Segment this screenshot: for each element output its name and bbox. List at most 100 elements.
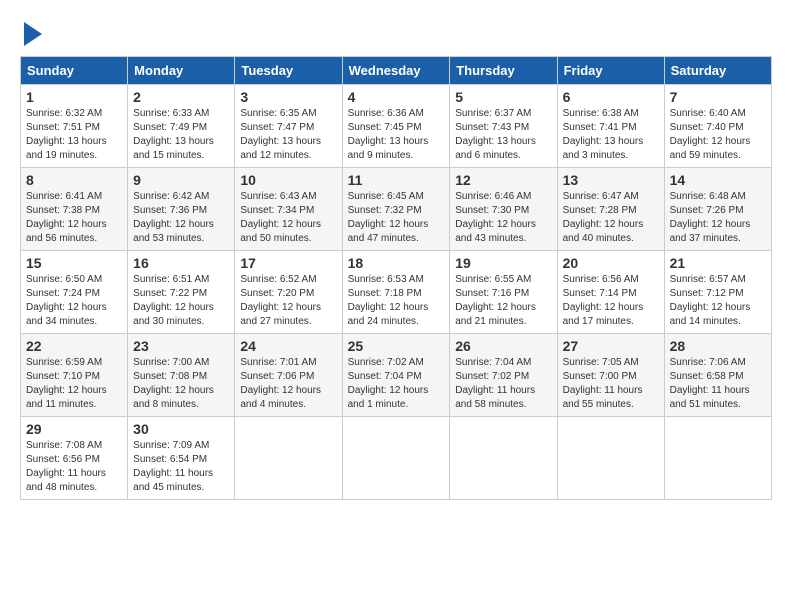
calendar-cell: 22 Sunrise: 6:59 AMSunset: 7:10 PMDaylig… <box>21 334 128 417</box>
day-info: Sunrise: 7:06 AMSunset: 6:58 PMDaylight:… <box>670 357 750 410</box>
calendar-cell: 6 Sunrise: 6:38 AMSunset: 7:41 PMDayligh… <box>557 85 664 168</box>
calendar-cell: 2 Sunrise: 6:33 AMSunset: 7:49 PMDayligh… <box>128 85 235 168</box>
calendar-cell: 13 Sunrise: 6:47 AMSunset: 7:28 PMDaylig… <box>557 168 664 251</box>
day-info: Sunrise: 7:05 AMSunset: 7:00 PMDaylight:… <box>563 357 643 410</box>
day-number: 30 <box>133 421 229 437</box>
calendar-cell: 30 Sunrise: 7:09 AMSunset: 6:54 PMDaylig… <box>128 417 235 500</box>
day-number: 8 <box>26 172 122 188</box>
day-number: 20 <box>563 255 659 271</box>
day-info: Sunrise: 7:09 AMSunset: 6:54 PMDaylight:… <box>133 440 213 493</box>
calendar-cell: 8 Sunrise: 6:41 AMSunset: 7:38 PMDayligh… <box>21 168 128 251</box>
day-info: Sunrise: 7:08 AMSunset: 6:56 PMDaylight:… <box>26 440 106 493</box>
logo-arrow-icon <box>24 22 42 46</box>
day-number: 13 <box>563 172 659 188</box>
day-number: 18 <box>348 255 445 271</box>
day-number: 24 <box>240 338 336 354</box>
day-info: Sunrise: 6:40 AMSunset: 7:40 PMDaylight:… <box>670 108 751 161</box>
calendar-week-5: 29 Sunrise: 7:08 AMSunset: 6:56 PMDaylig… <box>21 417 772 500</box>
day-number: 11 <box>348 172 445 188</box>
calendar-cell: 10 Sunrise: 6:43 AMSunset: 7:34 PMDaylig… <box>235 168 342 251</box>
day-number: 5 <box>455 89 551 105</box>
day-info: Sunrise: 6:53 AMSunset: 7:18 PMDaylight:… <box>348 274 429 327</box>
calendar-cell <box>450 417 557 500</box>
calendar-cell: 26 Sunrise: 7:04 AMSunset: 7:02 PMDaylig… <box>450 334 557 417</box>
day-info: Sunrise: 6:43 AMSunset: 7:34 PMDaylight:… <box>240 191 321 244</box>
day-info: Sunrise: 6:52 AMSunset: 7:20 PMDaylight:… <box>240 274 321 327</box>
weekday-header-saturday: Saturday <box>664 57 771 85</box>
calendar-cell: 1 Sunrise: 6:32 AMSunset: 7:51 PMDayligh… <box>21 85 128 168</box>
calendar-cell <box>235 417 342 500</box>
calendar-cell: 3 Sunrise: 6:35 AMSunset: 7:47 PMDayligh… <box>235 85 342 168</box>
day-number: 12 <box>455 172 551 188</box>
weekday-header-monday: Monday <box>128 57 235 85</box>
calendar-cell <box>557 417 664 500</box>
calendar-cell: 24 Sunrise: 7:01 AMSunset: 7:06 PMDaylig… <box>235 334 342 417</box>
weekday-header-wednesday: Wednesday <box>342 57 450 85</box>
day-number: 29 <box>26 421 122 437</box>
day-info: Sunrise: 7:00 AMSunset: 7:08 PMDaylight:… <box>133 357 214 410</box>
day-number: 2 <box>133 89 229 105</box>
calendar-cell: 29 Sunrise: 7:08 AMSunset: 6:56 PMDaylig… <box>21 417 128 500</box>
weekday-header-thursday: Thursday <box>450 57 557 85</box>
day-info: Sunrise: 6:42 AMSunset: 7:36 PMDaylight:… <box>133 191 214 244</box>
day-number: 6 <box>563 89 659 105</box>
calendar-cell: 21 Sunrise: 6:57 AMSunset: 7:12 PMDaylig… <box>664 251 771 334</box>
day-info: Sunrise: 6:55 AMSunset: 7:16 PMDaylight:… <box>455 274 536 327</box>
calendar-cell: 14 Sunrise: 6:48 AMSunset: 7:26 PMDaylig… <box>664 168 771 251</box>
calendar-table: SundayMondayTuesdayWednesdayThursdayFrid… <box>20 56 772 500</box>
day-number: 27 <box>563 338 659 354</box>
day-number: 22 <box>26 338 122 354</box>
day-info: Sunrise: 7:01 AMSunset: 7:06 PMDaylight:… <box>240 357 321 410</box>
day-info: Sunrise: 6:38 AMSunset: 7:41 PMDaylight:… <box>563 108 644 161</box>
day-info: Sunrise: 6:41 AMSunset: 7:38 PMDaylight:… <box>26 191 107 244</box>
day-number: 10 <box>240 172 336 188</box>
calendar-cell: 15 Sunrise: 6:50 AMSunset: 7:24 PMDaylig… <box>21 251 128 334</box>
day-number: 9 <box>133 172 229 188</box>
day-info: Sunrise: 6:32 AMSunset: 7:51 PMDaylight:… <box>26 108 107 161</box>
day-number: 21 <box>670 255 766 271</box>
day-number: 15 <box>26 255 122 271</box>
day-info: Sunrise: 6:47 AMSunset: 7:28 PMDaylight:… <box>563 191 644 244</box>
day-number: 19 <box>455 255 551 271</box>
calendar-cell: 20 Sunrise: 6:56 AMSunset: 7:14 PMDaylig… <box>557 251 664 334</box>
calendar-cell: 16 Sunrise: 6:51 AMSunset: 7:22 PMDaylig… <box>128 251 235 334</box>
day-number: 16 <box>133 255 229 271</box>
weekday-header-sunday: Sunday <box>21 57 128 85</box>
calendar-cell: 25 Sunrise: 7:02 AMSunset: 7:04 PMDaylig… <box>342 334 450 417</box>
calendar-cell <box>664 417 771 500</box>
day-info: Sunrise: 6:45 AMSunset: 7:32 PMDaylight:… <box>348 191 429 244</box>
day-info: Sunrise: 6:46 AMSunset: 7:30 PMDaylight:… <box>455 191 536 244</box>
calendar-cell: 17 Sunrise: 6:52 AMSunset: 7:20 PMDaylig… <box>235 251 342 334</box>
day-info: Sunrise: 6:59 AMSunset: 7:10 PMDaylight:… <box>26 357 107 410</box>
day-number: 14 <box>670 172 766 188</box>
day-info: Sunrise: 6:35 AMSunset: 7:47 PMDaylight:… <box>240 108 321 161</box>
day-number: 28 <box>670 338 766 354</box>
day-number: 23 <box>133 338 229 354</box>
day-info: Sunrise: 6:36 AMSunset: 7:45 PMDaylight:… <box>348 108 429 161</box>
calendar-cell: 12 Sunrise: 6:46 AMSunset: 7:30 PMDaylig… <box>450 168 557 251</box>
day-info: Sunrise: 7:02 AMSunset: 7:04 PMDaylight:… <box>348 357 429 410</box>
calendar-week-4: 22 Sunrise: 6:59 AMSunset: 7:10 PMDaylig… <box>21 334 772 417</box>
weekday-header-tuesday: Tuesday <box>235 57 342 85</box>
calendar-cell: 23 Sunrise: 7:00 AMSunset: 7:08 PMDaylig… <box>128 334 235 417</box>
day-number: 1 <box>26 89 122 105</box>
calendar-cell: 7 Sunrise: 6:40 AMSunset: 7:40 PMDayligh… <box>664 85 771 168</box>
day-info: Sunrise: 7:04 AMSunset: 7:02 PMDaylight:… <box>455 357 535 410</box>
calendar-cell: 27 Sunrise: 7:05 AMSunset: 7:00 PMDaylig… <box>557 334 664 417</box>
day-info: Sunrise: 6:56 AMSunset: 7:14 PMDaylight:… <box>563 274 644 327</box>
day-number: 3 <box>240 89 336 105</box>
day-number: 25 <box>348 338 445 354</box>
day-info: Sunrise: 6:37 AMSunset: 7:43 PMDaylight:… <box>455 108 536 161</box>
day-number: 26 <box>455 338 551 354</box>
day-number: 4 <box>348 89 445 105</box>
weekday-header-friday: Friday <box>557 57 664 85</box>
calendar-cell <box>342 417 450 500</box>
day-number: 17 <box>240 255 336 271</box>
day-info: Sunrise: 6:57 AMSunset: 7:12 PMDaylight:… <box>670 274 751 327</box>
logo <box>20 20 42 46</box>
calendar-week-3: 15 Sunrise: 6:50 AMSunset: 7:24 PMDaylig… <box>21 251 772 334</box>
calendar-cell: 19 Sunrise: 6:55 AMSunset: 7:16 PMDaylig… <box>450 251 557 334</box>
calendar-cell: 5 Sunrise: 6:37 AMSunset: 7:43 PMDayligh… <box>450 85 557 168</box>
day-info: Sunrise: 6:33 AMSunset: 7:49 PMDaylight:… <box>133 108 214 161</box>
day-info: Sunrise: 6:51 AMSunset: 7:22 PMDaylight:… <box>133 274 214 327</box>
